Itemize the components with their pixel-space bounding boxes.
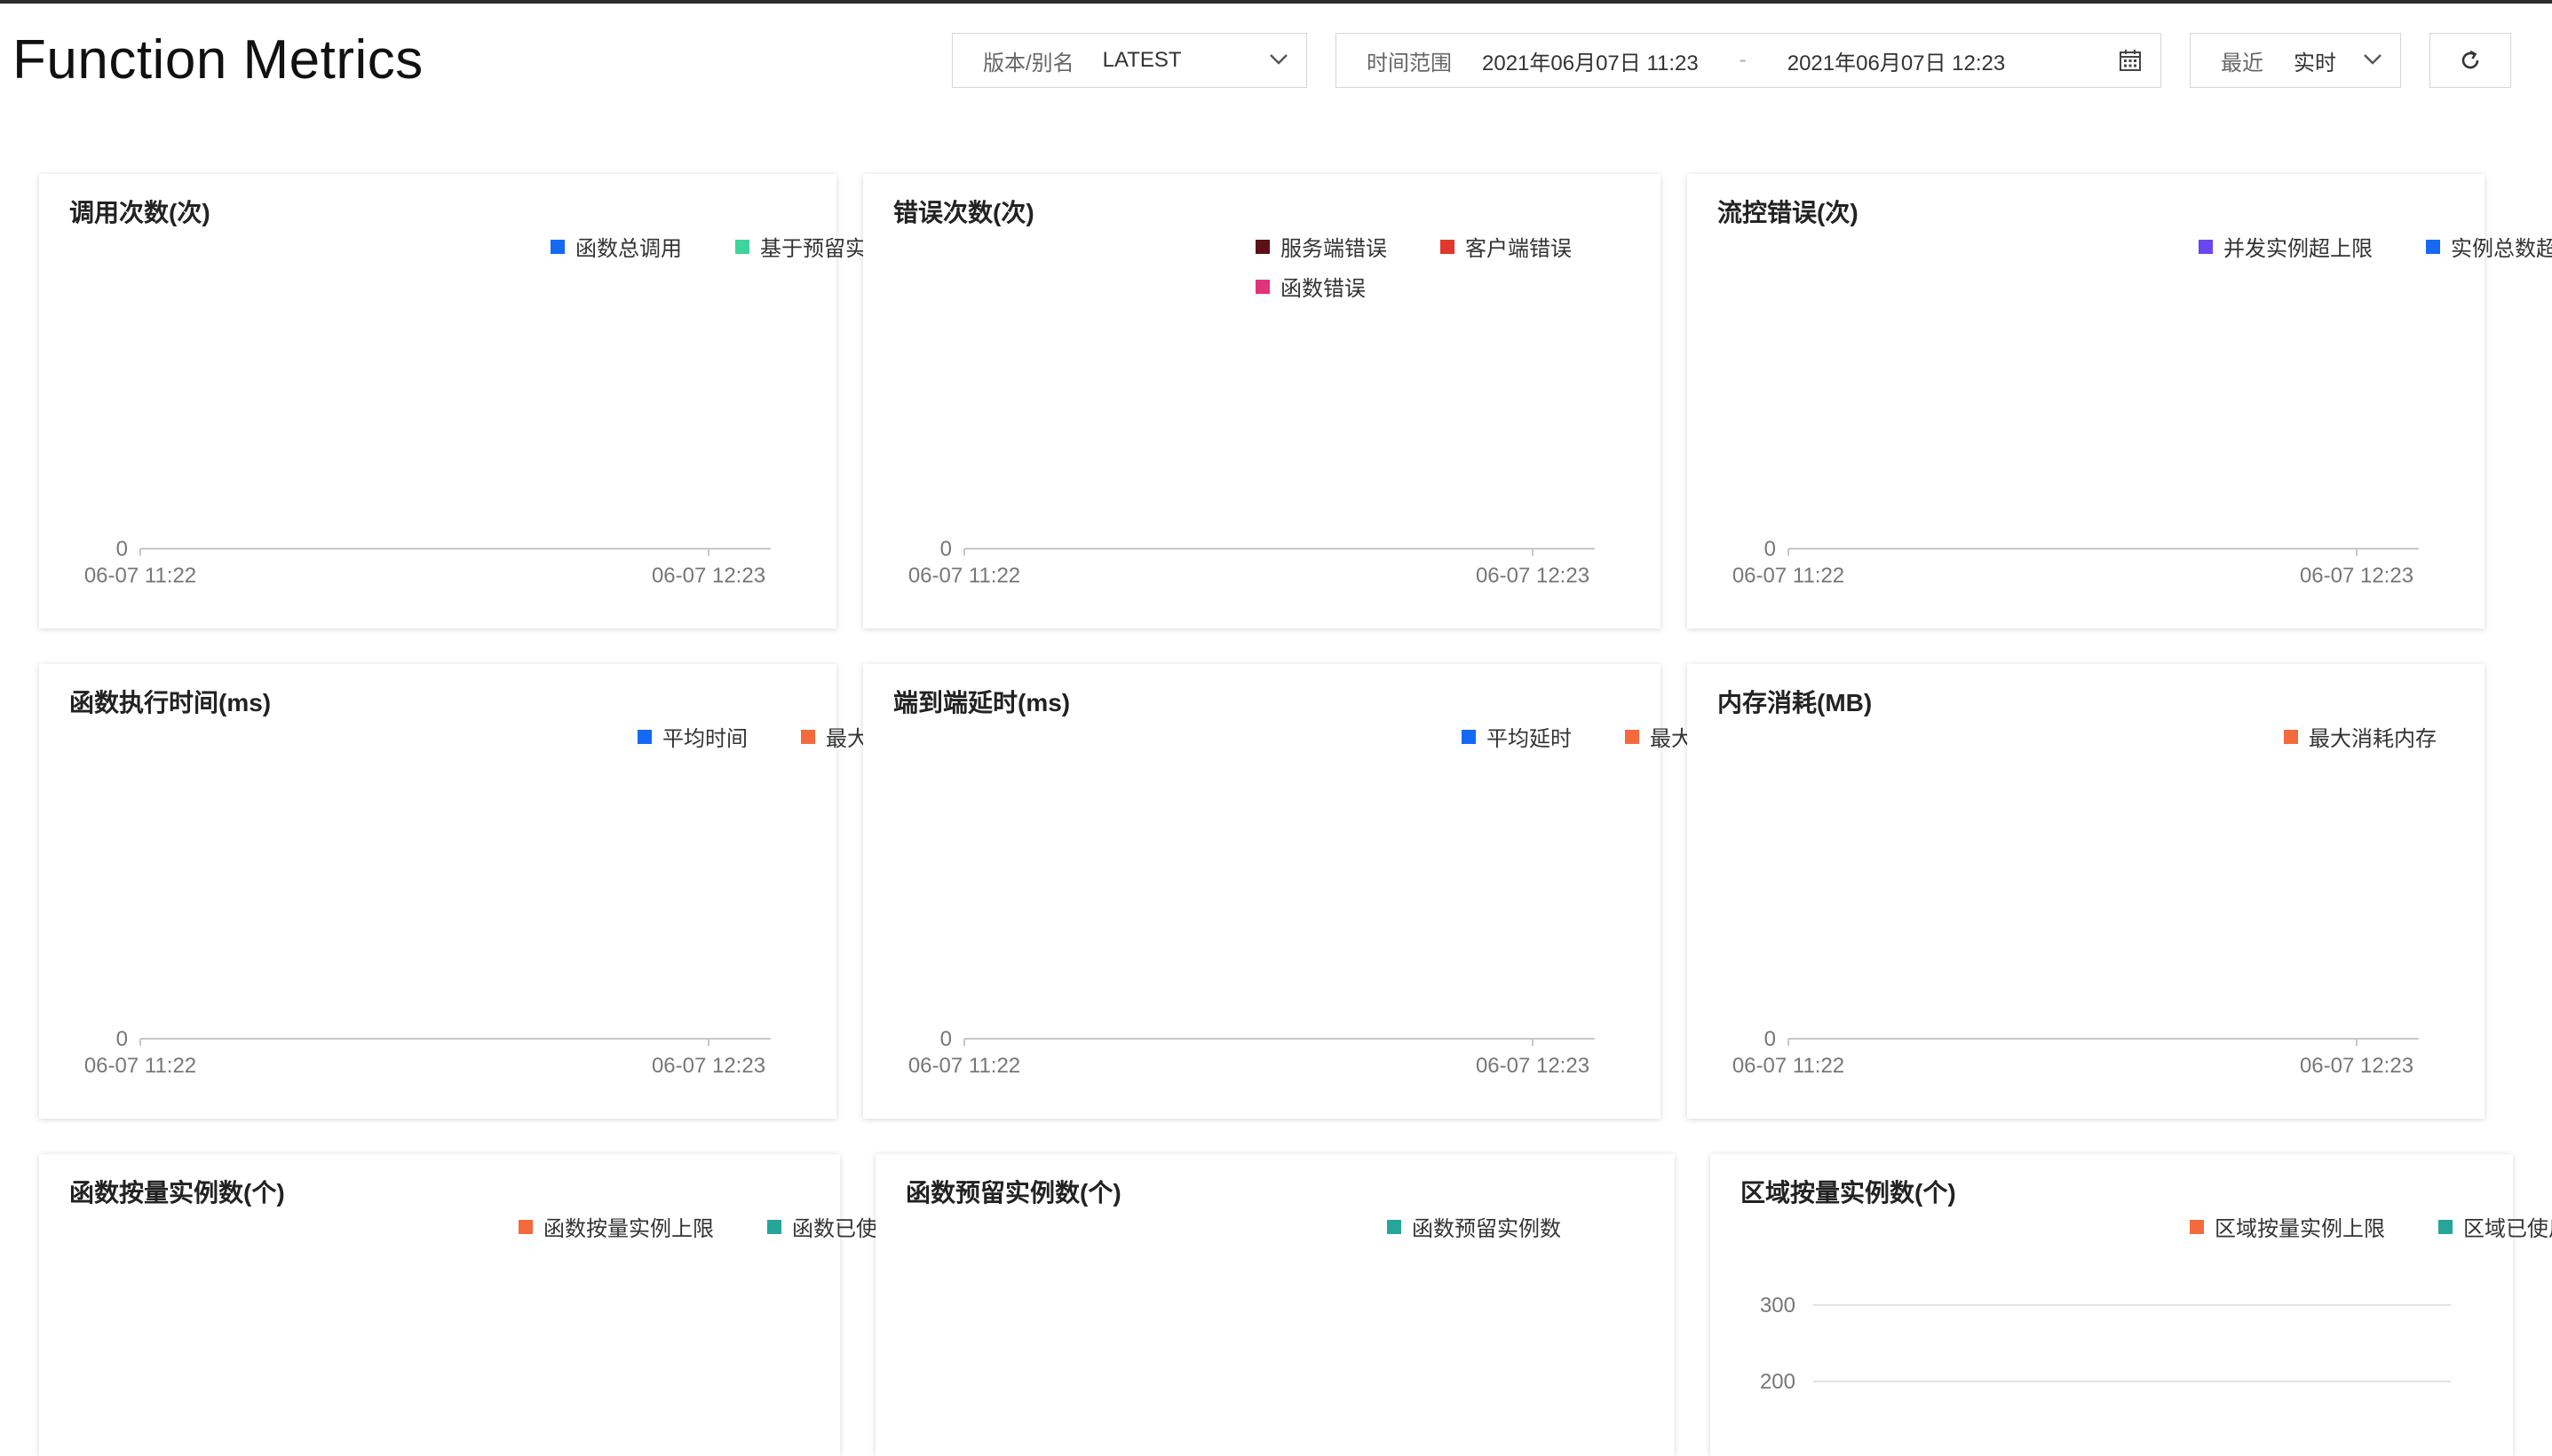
metric-card-memory: 内存消耗(MB) 最大消耗内存 0 06-07 11:22 06-07 12:23 [1687,664,2485,1119]
recent-select-value: 实时 [2294,51,2336,75]
x-tick-label: 06-07 11:22 [84,1054,196,1078]
x-tick-label: 06-07 11:22 [1732,1054,1844,1078]
time-range-start[interactable]: 2021年06月07日 11:23 [1482,45,1699,76]
recent-select-label: 最近 [2221,51,2263,75]
page-title: Function Metrics [12,29,424,91]
time-range-picker[interactable]: 时间范围 2021年06月07日 11:23 - 2021年06月07日 12:… [1335,33,2161,88]
y-tick-label: 200 [1760,1370,1795,1394]
x-tick-label: 06-07 11:22 [1732,564,1844,588]
refresh-button[interactable] [2429,33,2511,88]
x-tick-label: 06-07 12:23 [2300,564,2413,588]
calendar-icon[interactable] [2118,48,2143,73]
y-tick-label: 0 [1764,537,1776,561]
line-chart [876,1154,1675,1456]
line-chart: 0 06-07 11:22 06-07 12:23 [908,537,1595,588]
y-tick-label: 300 [1760,1294,1795,1318]
x-tick-label: 06-07 12:23 [652,1054,765,1078]
metric-card-invocations: 调用次数(次) 函数总调用 基于预留实例的调用 0 06-07 11:22 06-07… [39,174,952,629]
y-tick-label: 0 [940,1027,952,1051]
version-select-label: 版本/别名 [983,51,1074,75]
x-tick-label: 06-07 12:23 [1476,564,1589,588]
metric-card-provisioned-instances: 函数预留实例数(个) 函数预留实例数 [876,1154,1675,1456]
metric-card-e2e-latency: 端到端延时(ms) 平均延时最大延时 006-07 11:2206-07 12:… [863,664,1735,1119]
line-chart: 0 06-07 11:22 06-07 12:23 [1732,1027,2419,1078]
line-chart: 300 200 [1760,1294,2451,1394]
time-range-separator: - [1739,48,1747,72]
line-chart: 0 06-07 11:22 06-07 12:23 [84,1027,771,1078]
line-chart: 0 06-07 11:22 06-07 12:23 [1732,537,2419,588]
line-chart: 0 06-07 11:22 06-07 12:23 [908,1027,1595,1078]
metric-card-errors: 错误次数(次) 服务端错误 客户端错误 函数错误 0 06-07 11:22 06-07… [863,174,1660,629]
chevron-down-icon [2364,54,2382,65]
x-tick-label: 06-07 11:22 [84,564,196,588]
x-tick-label: 06-07 11:22 [908,1054,1020,1078]
y-tick-label: 0 [116,537,128,561]
metric-card-throttle-errors: 流控错误(次) 并发实例超上限实例总数超上限 006-07 11:2206-07… [1687,174,2552,629]
y-tick-label: 0 [116,1027,128,1051]
time-range-end[interactable]: 2021年06月07日 12:23 [1787,45,2006,76]
chevron-down-icon [1270,54,1288,65]
time-range-label: 时间范围 [1367,51,1452,75]
metric-card-region-instances: 区域按量实例数(个) 区域按量实例上限区域已使用按量实例数 300200 [1710,1154,2552,1456]
y-tick-label: 0 [1764,1027,1776,1051]
metric-card-execution-time: 函数执行时间(ms) 平均时间最大时间 006-07 11:2206-07 12… [39,664,911,1119]
x-tick-label: 06-07 12:23 [2300,1054,2413,1078]
y-tick-label: 0 [940,537,952,561]
line-chart [39,1154,840,1456]
line-chart: 0 06-07 11:22 06-07 12:23 [84,537,771,588]
top-border [0,0,2552,4]
recent-select[interactable]: 最近 实时 [2190,33,2401,88]
version-select-value: LATEST [1102,48,1182,72]
refresh-icon [2461,50,2479,69]
metric-card-ondemand-instances: 函数按量实例数(个) 函数按量实例上限函数已使用按量实例数 [39,1154,1005,1456]
x-tick-label: 06-07 12:23 [1476,1054,1589,1078]
x-tick-label: 06-07 12:23 [652,564,765,588]
x-tick-label: 06-07 11:22 [908,564,1020,588]
version-alias-select[interactable]: 版本/别名 LATEST [952,33,1307,88]
